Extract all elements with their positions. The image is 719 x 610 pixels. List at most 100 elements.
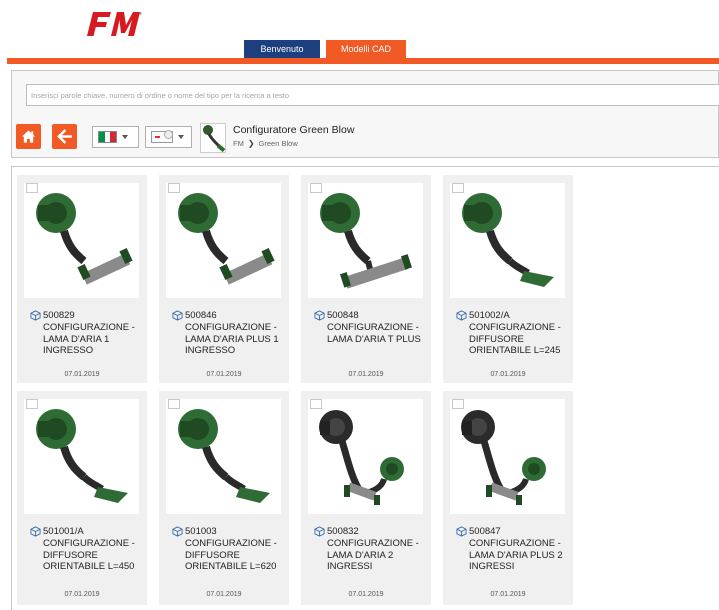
cad-model-icon	[456, 310, 467, 321]
fm-brand-badge-icon	[168, 183, 180, 193]
product-card[interactable]: 500846 CONFIGURAZIONE - LAMA D'ARIA PLUS 1…	[159, 175, 289, 383]
product-code-text: 500846	[185, 310, 217, 321]
breadcrumb-separator-icon: ❯	[247, 139, 255, 148]
product-description-line: DIFFUSORE	[43, 549, 98, 561]
language-dropdown[interactable]	[92, 126, 139, 148]
product-date: 07.01.2019	[206, 591, 242, 598]
product-card[interactable]: 501002/A CONFIGURAZIONE - DIFFUSORE ORIENTA…	[443, 175, 573, 383]
product-date: 07.01.2019	[348, 371, 384, 378]
product-description-line: INGRESSI	[327, 561, 373, 572]
cad-model-icon	[314, 310, 325, 321]
product-code[interactable]: 500829	[30, 310, 75, 321]
product-card[interactable]: 500847 CONFIGURAZIONE - LAMA D'ARIA PLUS 2…	[443, 391, 573, 605]
fm-brand-badge-icon	[26, 183, 38, 193]
product-code[interactable]: 500846	[172, 310, 217, 321]
product-thumbnail[interactable]	[24, 399, 139, 514]
cad-model-icon	[30, 526, 41, 537]
product-date: 07.01.2019	[64, 591, 100, 598]
product-card[interactable]: 500832 CONFIGURAZIONE - LAMA D'ARIA 2 INGRE…	[301, 391, 431, 605]
product-description: CONFIGURAZIONE - DIFFUSORE ORIENTABILE L=6…	[185, 538, 289, 573]
breadcrumb-item-green-blow[interactable]: Green Blow	[259, 139, 298, 148]
home-button[interactable]	[16, 124, 41, 149]
product-card[interactable]: 500829 CONFIGURAZIONE - LAMA D'ARIA 1 INGRE…	[17, 175, 147, 383]
product-thumbnail[interactable]	[24, 183, 139, 298]
product-description: CONFIGURAZIONE - LAMA D'ARIA PLUS 2 INGRES…	[469, 538, 573, 573]
product-description-line: CONFIGURAZIONE -	[185, 322, 277, 333]
header-divider	[7, 58, 719, 64]
product-description-line: CONFIGURAZIONE -	[185, 538, 277, 549]
italy-flag-icon	[98, 131, 117, 143]
product-thumbnail[interactable]	[450, 183, 565, 298]
product-description-line: CONFIGURAZIONE -	[327, 322, 419, 333]
product-description-line: CONFIGURAZIONE -	[327, 538, 419, 549]
product-code-text: 501003	[185, 526, 217, 537]
tab-modelli-cad[interactable]: Modelli CAD	[326, 40, 406, 58]
product-date: 07.01.2019	[348, 591, 384, 598]
product-description-line: INGRESSO	[43, 345, 94, 356]
product-date: 07.01.2019	[64, 371, 100, 378]
back-button[interactable]	[52, 124, 77, 149]
product-code-text: 500848	[327, 310, 359, 321]
search-input[interactable]	[26, 84, 719, 106]
page: ® Benvenuto Modelli CAD Inserisci parole…	[0, 0, 719, 610]
product-description-line: DIFFUSORE	[185, 549, 240, 561]
product-description-line: LAMA D'ARIA PLUS 2	[469, 549, 563, 561]
product-description-line: ORIENTABILE L=245	[469, 345, 561, 356]
product-code-text: 501002/A	[469, 310, 510, 321]
cad-model-icon	[172, 526, 183, 537]
product-code[interactable]: 501003	[172, 526, 217, 537]
svg-text:®: ®	[139, 11, 142, 16]
product-description: CONFIGURAZIONE - DIFFUSORE ORIENTABILE L=4…	[43, 538, 147, 573]
product-card[interactable]: 500848 CONFIGURAZIONE - LAMA D'ARIA T PLUS…	[301, 175, 431, 383]
fm-logo[interactable]: ®	[85, 8, 143, 38]
product-code[interactable]: 500847	[456, 526, 501, 537]
product-code[interactable]: 500848	[314, 310, 359, 321]
product-card[interactable]: 501001/A CONFIGURAZIONE - DIFFUSORE ORIENTA…	[17, 391, 147, 605]
product-thumbnail[interactable]	[166, 183, 281, 298]
product-description-line: ORIENTABILE L=620	[185, 561, 277, 572]
product-card[interactable]: 501003 CONFIGURAZIONE - DIFFUSORE ORIENTABI…	[159, 391, 289, 605]
product-code-text: 500847	[469, 526, 501, 537]
product-description-line: INGRESSO	[185, 345, 236, 356]
product-code[interactable]: 501001/A	[30, 526, 84, 537]
cad-format-icon	[151, 130, 173, 143]
arrow-left-icon	[57, 129, 72, 144]
fm-brand-badge-icon	[452, 399, 464, 409]
product-thumbnail[interactable]	[166, 399, 281, 514]
format-dropdown[interactable]	[145, 126, 192, 148]
product-description-line: CONFIGURAZIONE -	[469, 538, 561, 549]
home-icon	[21, 130, 36, 143]
product-grid: 500829 CONFIGURAZIONE - LAMA D'ARIA 1 INGRE…	[11, 166, 719, 610]
fm-brand-badge-icon	[310, 183, 322, 193]
cad-model-icon	[172, 310, 183, 321]
product-thumbnail[interactable]	[308, 399, 423, 514]
product-thumbnail[interactable]	[308, 183, 423, 298]
product-code-text: 501001/A	[43, 526, 84, 537]
product-description: CONFIGURAZIONE - LAMA D'ARIA T PLUS	[327, 322, 431, 345]
product-description-line: DIFFUSORE	[469, 333, 524, 345]
product-description-line: INGRESSI	[469, 561, 515, 572]
fm-brand-badge-icon	[168, 399, 180, 409]
product-code[interactable]: 500832	[314, 526, 359, 537]
top-tabs: Benvenuto Modelli CAD	[244, 40, 406, 58]
chevron-down-icon	[122, 135, 128, 139]
product-description: CONFIGURAZIONE - LAMA D'ARIA PLUS 1 INGRES…	[185, 322, 289, 357]
cad-model-icon	[456, 526, 467, 537]
product-description-line: CONFIGURAZIONE -	[469, 322, 561, 333]
product-description-line: LAMA D'ARIA 2	[327, 549, 394, 561]
configurator-thumbnail[interactable]	[200, 123, 226, 153]
chevron-down-icon	[178, 135, 184, 139]
product-description-line: CONFIGURAZIONE -	[43, 538, 135, 549]
configurator-title: Configuratore Green Blow	[233, 124, 355, 136]
fm-brand-badge-icon	[452, 183, 464, 193]
tab-benvenuto[interactable]: Benvenuto	[244, 40, 320, 58]
cad-model-icon	[30, 310, 41, 321]
product-date: 07.01.2019	[206, 371, 242, 378]
product-date: 07.01.2019	[490, 371, 526, 378]
product-description: CONFIGURAZIONE - LAMA D'ARIA 2 INGRESSI	[327, 538, 431, 573]
product-code[interactable]: 501002/A	[456, 310, 510, 321]
breadcrumb-item-fm[interactable]: FM	[233, 139, 244, 148]
product-code-text: 500832	[327, 526, 359, 537]
product-description-line: LAMA D'ARIA 1	[43, 333, 110, 345]
product-thumbnail[interactable]	[450, 399, 565, 514]
